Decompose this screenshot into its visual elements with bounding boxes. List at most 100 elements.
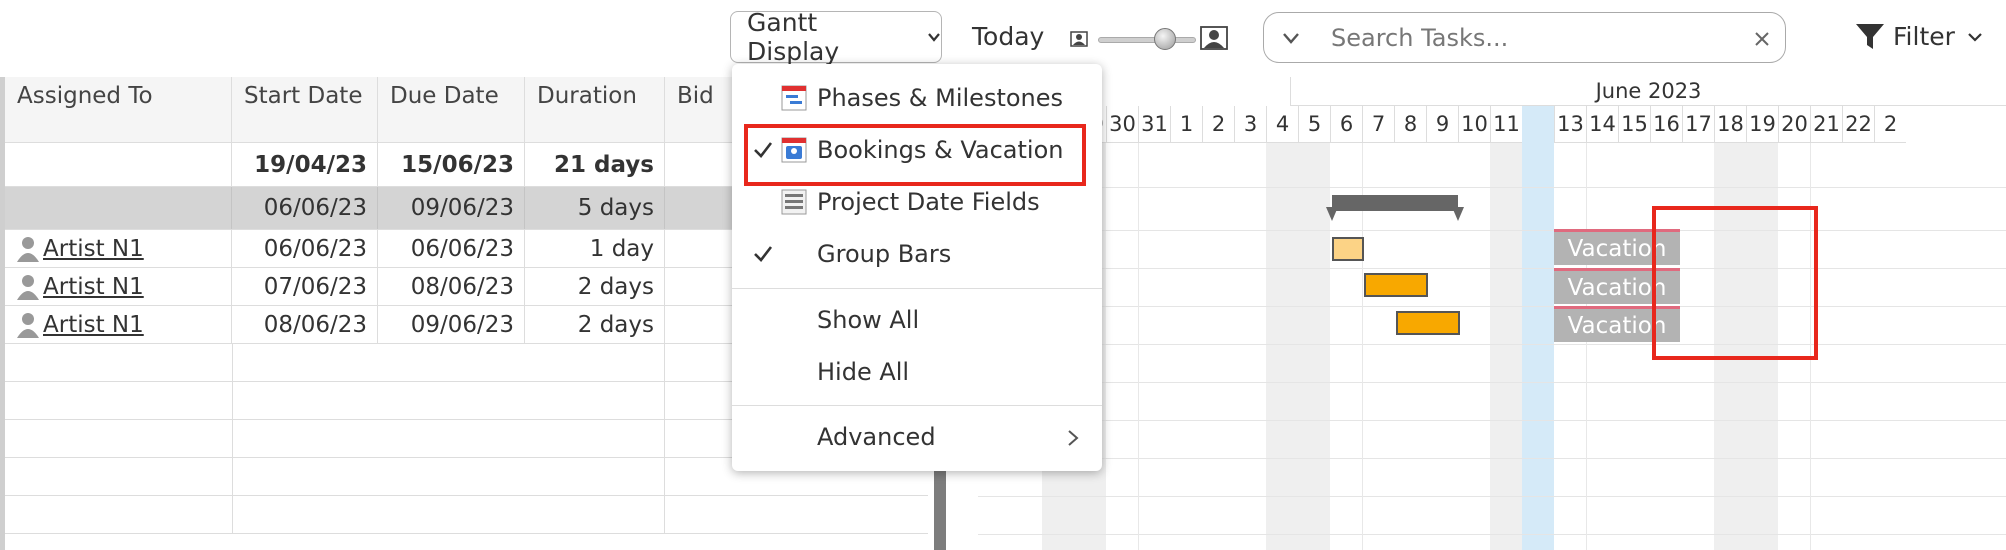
column-header-due-date[interactable]: Due Date [378, 77, 525, 143]
summary-start-date: 19/04/23 [232, 143, 378, 186]
user-icon [17, 274, 39, 300]
zoom-slider[interactable] [1070, 26, 1230, 52]
user-icon [17, 312, 39, 338]
today-button[interactable]: Today [972, 22, 1044, 51]
day-label: 2 [1202, 106, 1234, 143]
start-date-cell: 08/06/23 [232, 306, 378, 343]
menu-item-show-all[interactable]: Show All [732, 296, 1102, 344]
day-label: 1 [1170, 106, 1202, 143]
menu-item-label: Show All [817, 306, 920, 334]
cell-line [232, 420, 233, 457]
gantt-row-line [978, 420, 2006, 421]
search-box[interactable] [1263, 12, 1786, 63]
day-label: 31 [1138, 106, 1170, 143]
empty-row[interactable] [5, 496, 928, 534]
phases-icon [781, 85, 807, 111]
day-label: 2 [1874, 106, 1906, 143]
cell-line [525, 344, 665, 381]
duration-cell: 2 days [525, 268, 665, 305]
group-bar-end [1326, 207, 1338, 221]
due-date-cell: 06/06/23 [378, 230, 525, 267]
zoom-slider-track[interactable] [1098, 37, 1196, 43]
gantt-week-line [1138, 143, 1139, 550]
assigned-link[interactable]: Artist N1 [43, 312, 144, 338]
cell-line [525, 496, 665, 533]
gantt-row-line [978, 458, 2006, 459]
due-date-cell: 09/06/23 [378, 306, 525, 343]
cell-line [232, 496, 233, 533]
checkmark-icon [754, 246, 773, 262]
zoom-slider-thumb[interactable] [1154, 28, 1176, 50]
assigned-cell: Artist N1 [5, 306, 232, 343]
group-bar-end [1452, 207, 1464, 221]
duration-cell: 1 day [525, 230, 665, 267]
today-column [1522, 106, 1554, 550]
start-date-cell: 06/06/23 [232, 230, 378, 267]
task-bar[interactable] [1332, 237, 1364, 261]
chevron-down-icon [1968, 32, 1982, 42]
day-label: 5 [1298, 106, 1330, 143]
menu-item-label: Project Date Fields [817, 188, 1040, 216]
day-label: 9 [1426, 106, 1458, 143]
menu-item-hide-all[interactable]: Hide All [732, 348, 1102, 396]
chevron-right-icon [1068, 430, 1079, 446]
day-label: 14 [1586, 106, 1618, 143]
gantt-display-dropdown[interactable]: Gantt Display [730, 8, 942, 66]
group-duration: 5 days [525, 187, 665, 229]
group-summary-bar[interactable] [1332, 195, 1458, 211]
weekend-column [1490, 143, 1522, 550]
day-label: 17 [1682, 106, 1714, 143]
gantt-row-line [978, 344, 2006, 345]
day-label: 19 [1746, 106, 1778, 143]
chevron-down-icon[interactable] [1282, 31, 1300, 45]
assigned-link[interactable]: Artist N1 [43, 236, 144, 262]
day-label: 16 [1650, 106, 1682, 143]
day-label: 22 [1842, 106, 1874, 143]
cell-line [525, 458, 665, 495]
cell-line [232, 458, 233, 495]
menu-item-label: Group Bars [817, 240, 952, 268]
due-date-cell: 08/06/23 [378, 268, 525, 305]
column-header-assigned-to[interactable]: Assigned To [5, 77, 232, 143]
large-person-icon [1200, 26, 1228, 50]
column-header-duration[interactable]: Duration [525, 77, 665, 143]
day-label: 4 [1266, 106, 1298, 143]
menu-separator [732, 288, 1102, 289]
gantt-month-label: June 2023 [1290, 77, 2006, 106]
group-assigned-cell [5, 187, 232, 229]
menu-item-advanced[interactable]: Advanced [732, 413, 1102, 461]
assigned-cell: Artist N1 [5, 268, 232, 305]
cell-line [232, 344, 233, 381]
column-header-start-date[interactable]: Start Date [232, 77, 378, 143]
gantt-row-line [978, 268, 2006, 269]
task-bar[interactable] [1364, 273, 1428, 297]
date-fields-icon [781, 189, 807, 215]
menu-item-label: Phases & Milestones [817, 84, 1064, 112]
duration-cell: 2 days [525, 306, 665, 343]
clear-icon[interactable] [1754, 31, 1770, 47]
gantt-row-line [978, 306, 2006, 307]
assigned-link[interactable]: Artist N1 [43, 274, 144, 300]
gantt-display-label: Gantt Display [747, 8, 840, 66]
weekend-column [1298, 143, 1330, 550]
task-bar[interactable] [1396, 311, 1460, 335]
day-label: 3 [1234, 106, 1266, 143]
day-label: 11 [1490, 106, 1522, 143]
start-date-cell: 07/06/23 [232, 268, 378, 305]
filter-button[interactable]: Filter [1855, 22, 1983, 51]
vacation-highlight-box [1652, 206, 1818, 360]
cell-line [232, 382, 233, 419]
day-label: 10 [1458, 106, 1490, 143]
menu-item-phases-milestones[interactable]: Phases & Milestones [732, 74, 1102, 122]
gantt-row-line [978, 382, 2006, 383]
search-input[interactable] [1329, 21, 1729, 55]
gantt-chart: June 2023 262728293031123456789101112131… [978, 77, 2006, 550]
day-label: 30 [1106, 106, 1138, 143]
funnel-icon [1856, 23, 1884, 49]
summary-duration: 21 days [525, 143, 665, 186]
gantt-week-line [1586, 143, 1587, 550]
day-label: 15 [1618, 106, 1650, 143]
menu-item-group-bars[interactable]: Group Bars [732, 230, 1102, 278]
day-label: 21 [1810, 106, 1842, 143]
weekend-column [1266, 143, 1298, 550]
